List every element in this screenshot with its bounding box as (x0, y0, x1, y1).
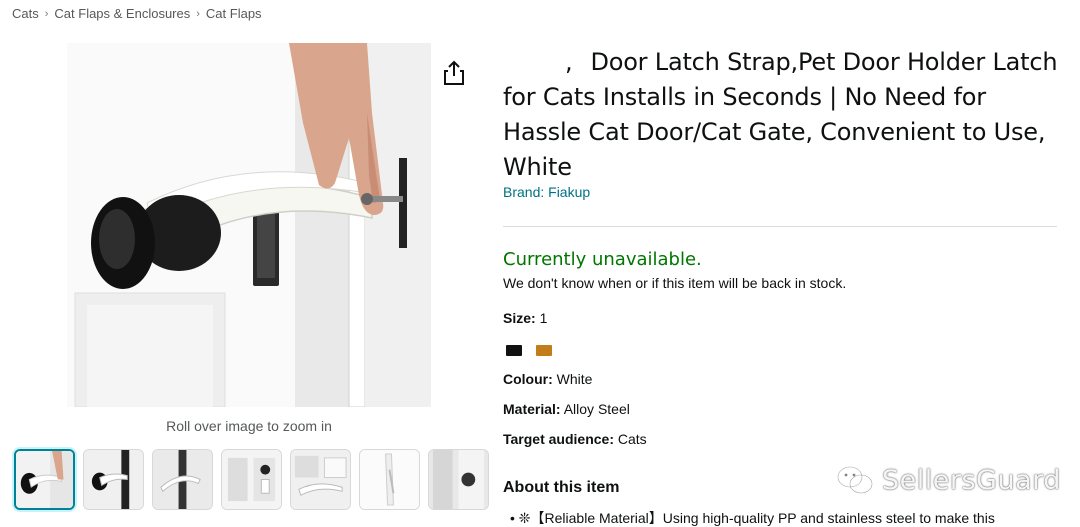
breadcrumb-item-cats[interactable]: Cats (12, 6, 39, 21)
thumbnail-5[interactable] (290, 449, 351, 510)
zoom-hint: Roll over image to zoom in (166, 418, 332, 434)
divider (503, 226, 1057, 227)
brand-prefix-redacted: , (565, 48, 573, 76)
wechat-icon (837, 466, 873, 494)
thumbnail-4[interactable] (221, 449, 282, 510)
watermark: SellersGuard (836, 464, 1061, 496)
breadcrumb-separator: › (196, 7, 200, 20)
watermark-text: SellersGuard (882, 464, 1061, 496)
product-title-text: Door Latch Strap,Pet Door Holder Latch f… (503, 48, 1058, 181)
material-attribute: Material: Alloy Steel (503, 401, 630, 417)
audience-value: Cats (617, 431, 647, 447)
door-latch-photo (67, 43, 431, 407)
breadcrumb: Cats › Cat Flaps & Enclosures › Cat Flap… (12, 6, 262, 21)
stock-note: We don't know when or if this item will … (503, 275, 847, 291)
thumbnail-1[interactable] (14, 449, 75, 510)
share-icon[interactable] (442, 60, 466, 86)
colour-value: White (556, 371, 593, 387)
material-label: Material: (503, 401, 561, 417)
size-value: 1 (539, 310, 548, 326)
breadcrumb-separator: › (44, 7, 49, 20)
colour-label: Colour: (503, 371, 553, 387)
thumbnail-strip (14, 449, 489, 510)
breadcrumb-item-cat-flaps[interactable]: Cat Flaps (206, 6, 262, 21)
thumbnail-2[interactable] (83, 449, 144, 510)
product-title: , Door Latch Strap,Pet Door Holder Latch… (503, 45, 1063, 185)
material-value: Alloy Steel (563, 401, 630, 417)
thumbnail-6[interactable] (359, 449, 420, 510)
breadcrumb-item-cat-flaps-enclosures[interactable]: Cat Flaps & Enclosures (54, 6, 190, 21)
about-heading: About this item (503, 479, 620, 496)
brand-link[interactable]: Brand: Fiakup (503, 184, 590, 200)
swatch-black[interactable] (506, 345, 522, 356)
size-label: Size: (503, 310, 536, 326)
audience-attribute: Target audience: Cats (503, 431, 647, 447)
thumbnail-3[interactable] (152, 449, 213, 510)
colour-swatches (506, 345, 552, 356)
thumbnail-7[interactable] (428, 449, 489, 510)
about-bullet: • ❊【Reliable Material】Using high-quality… (510, 510, 995, 526)
availability-status: Currently unavailable. (503, 249, 702, 270)
colour-attribute: Colour: White (503, 371, 592, 387)
size-attribute: Size: 1 (503, 310, 547, 326)
swatch-brown[interactable] (536, 345, 552, 356)
main-product-image[interactable] (67, 43, 431, 407)
audience-label: Target audience: (503, 431, 614, 447)
